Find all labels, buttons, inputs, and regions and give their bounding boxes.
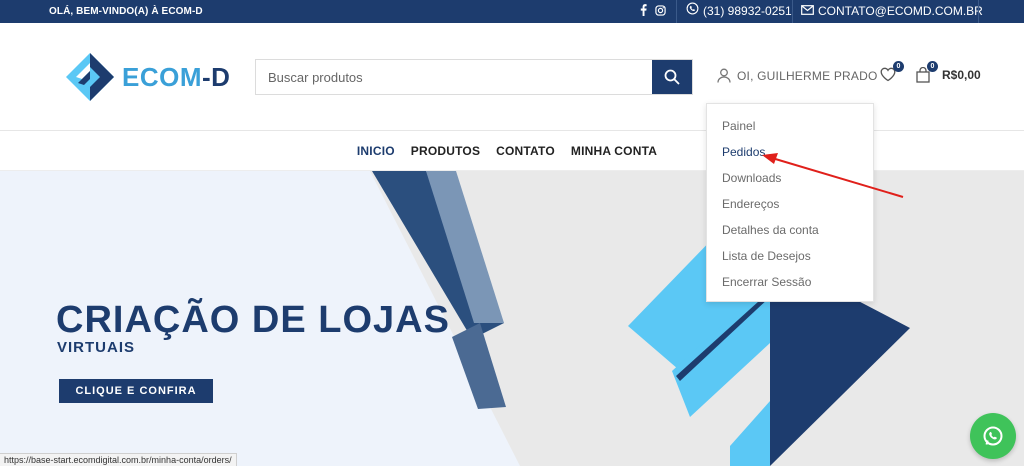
whatsapp-icon	[686, 0, 699, 23]
search-bar	[255, 59, 693, 95]
instagram-icon[interactable]	[655, 3, 666, 21]
user-icon	[717, 68, 731, 83]
menu-item-painel[interactable]: Painel	[707, 116, 873, 142]
menu-item-pedidos[interactable]: Pedidos	[707, 142, 873, 168]
cart-count-badge: 0	[927, 61, 938, 72]
hero-title: CRIAÇÃO DE LOJAS	[56, 299, 450, 341]
logo-mark-icon	[66, 53, 114, 101]
social-links	[640, 0, 666, 23]
nav-item-inicio[interactable]: INICIO	[357, 144, 395, 158]
logo-wordmark: ECOM-D	[122, 61, 231, 92]
email-address: CONTATO@ECOMD.COM.BR	[818, 4, 983, 18]
menu-item-enderecos[interactable]: Endereços	[707, 194, 873, 220]
welcome-text: OLÁ, BEM-VINDO(A) À ECOM-D	[49, 6, 203, 17]
whatsapp-icon	[983, 426, 1003, 446]
menu-item-downloads[interactable]: Downloads	[707, 168, 873, 194]
search-input[interactable]	[256, 60, 652, 94]
topbar-divider	[978, 0, 979, 23]
search-icon	[664, 69, 680, 85]
site-logo[interactable]: ECOM-D	[64, 51, 230, 103]
top-bar: OLÁ, BEM-VINDO(A) À ECOM-D (31) 98932-02…	[0, 0, 1024, 23]
whatsapp-float-button[interactable]	[970, 413, 1016, 459]
phone-link[interactable]: (31) 98932-0251	[686, 0, 792, 23]
cart-total: R$0,00	[942, 68, 981, 82]
browser-status-url: https://base-start.ecomdigital.com.br/mi…	[0, 453, 237, 466]
nav-item-contato[interactable]: CONTATO	[496, 144, 555, 158]
wishlist-button[interactable]: 0	[880, 61, 904, 83]
nav-item-produtos[interactable]: PRODUTOS	[411, 144, 480, 158]
facebook-icon[interactable]	[640, 3, 647, 21]
nav-item-minha-conta[interactable]: MINHA CONTA	[571, 144, 657, 158]
account-link[interactable]: OI, GUILHERME PRADO	[717, 68, 878, 83]
phone-number: (31) 98932-0251	[703, 4, 792, 18]
menu-item-lista-desejos[interactable]: Lista de Desejos	[707, 246, 873, 272]
account-dropdown-menu: Painel Pedidos Downloads Endereços Detal…	[706, 103, 874, 302]
account-name: OI, GUILHERME PRADO	[737, 68, 878, 83]
topbar-divider	[676, 0, 677, 23]
mail-icon	[801, 0, 814, 23]
menu-item-detalhes-conta[interactable]: Detalhes da conta	[707, 220, 873, 246]
search-button[interactable]	[652, 60, 692, 94]
hero-cta-button[interactable]: CLIQUE E CONFIRA	[59, 379, 213, 403]
wishlist-count-badge: 0	[893, 61, 904, 72]
cart-button[interactable]: 0 R$0,00	[916, 61, 981, 83]
email-link[interactable]: CONTATO@ECOMD.COM.BR	[801, 0, 983, 23]
hero-subtitle: VIRTUAIS	[57, 339, 136, 356]
topbar-divider	[792, 0, 793, 23]
menu-item-encerrar-sessao[interactable]: Encerrar Sessão	[707, 272, 873, 298]
